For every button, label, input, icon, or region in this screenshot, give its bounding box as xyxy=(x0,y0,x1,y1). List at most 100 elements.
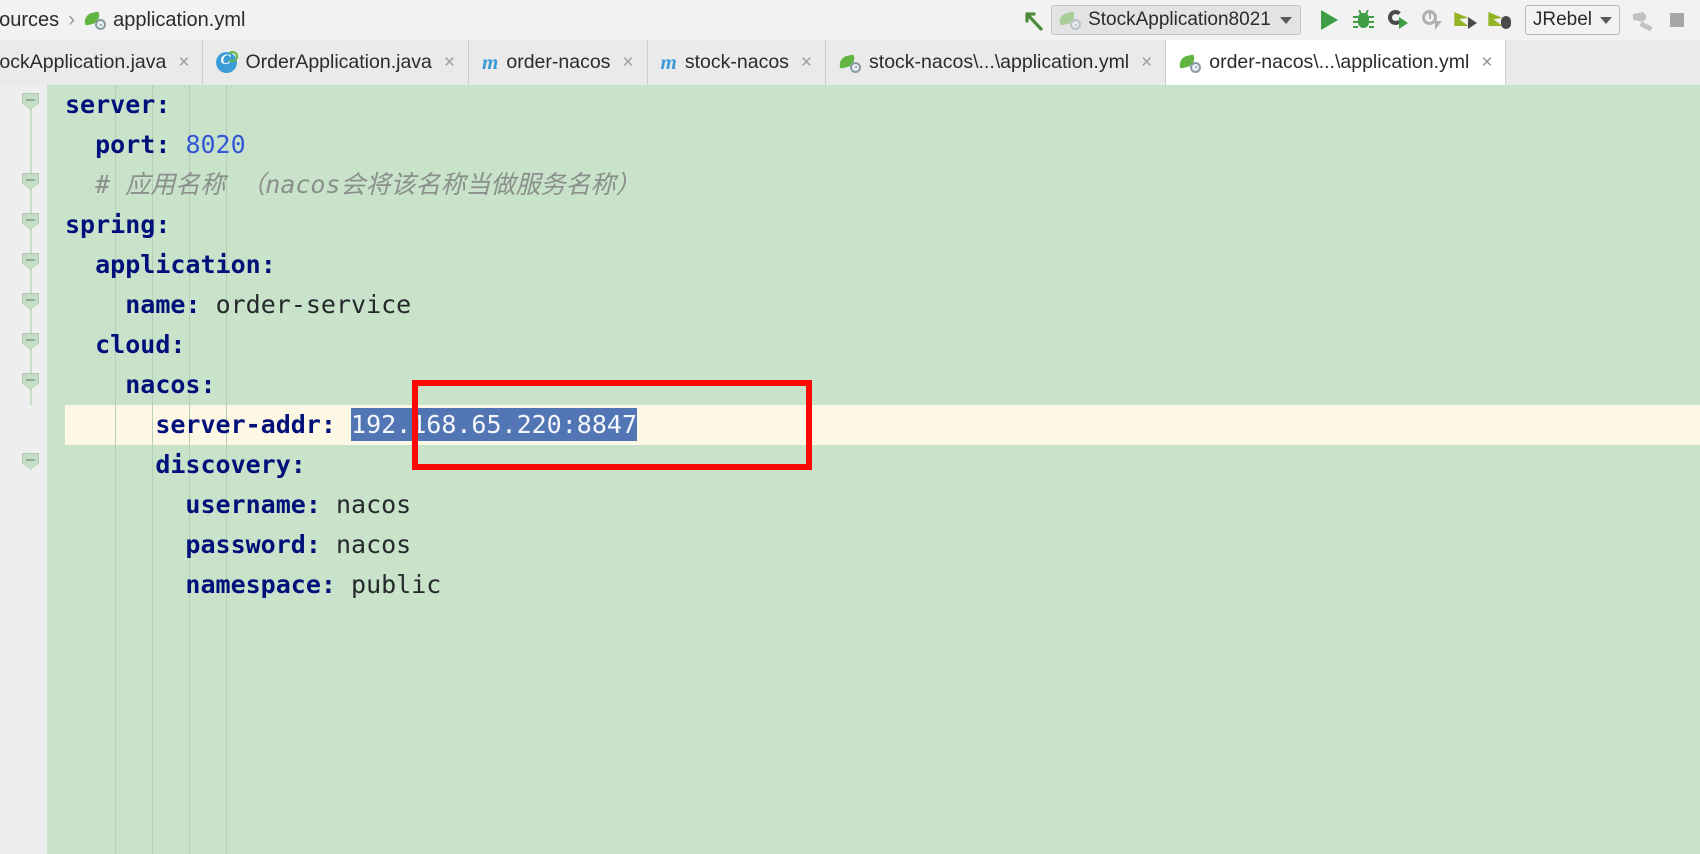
tab-order-nacos[interactable]: m order-nacos × xyxy=(469,40,648,85)
yaml-colon: : xyxy=(305,490,321,519)
code-line[interactable]: nacos: xyxy=(47,365,1700,405)
yaml-colon: : xyxy=(290,450,306,479)
run-configuration-selector[interactable]: StockApplication8021 xyxy=(1051,5,1301,35)
hammer-icon xyxy=(1632,10,1654,32)
close-icon[interactable]: × xyxy=(801,53,812,72)
breadcrumb: esources › application.yml xyxy=(0,0,245,40)
jrebel-rocket-debug-icon xyxy=(1488,10,1512,30)
fold-marker-spring[interactable] xyxy=(22,213,39,230)
yaml-colon: : xyxy=(155,130,171,159)
selected-text-server-addr-value[interactable]: 192.168.65.220:8847 xyxy=(351,408,637,441)
yaml-key: cloud xyxy=(95,330,171,359)
run-config-name: StockApplication8021 xyxy=(1088,9,1271,30)
ide-window: esources › application.yml StockApplicat… xyxy=(0,0,1700,854)
debug-button[interactable] xyxy=(1347,4,1381,36)
tab-stockapplication-java[interactable]: tockApplication.java × xyxy=(0,40,204,85)
code-line[interactable]: # 应用名称 （nacos会将该名称当做服务名称） xyxy=(47,165,1700,205)
yaml-colon: : xyxy=(320,570,336,599)
java-class-icon xyxy=(216,51,239,73)
fold-marker-nacos[interactable] xyxy=(22,373,39,390)
close-icon[interactable]: × xyxy=(622,53,633,72)
yaml-value-string: public xyxy=(351,570,442,599)
close-icon[interactable]: × xyxy=(1141,53,1152,72)
code-line[interactable]: application: xyxy=(47,245,1700,285)
yml-file-icon xyxy=(1178,53,1202,73)
jrebel-run-button[interactable] xyxy=(1449,4,1483,36)
yaml-colon: : xyxy=(200,370,216,399)
tab-order-nacos-application-yml[interactable]: order-nacos\...\application.yml × xyxy=(1166,40,1507,85)
fold-marker-discovery[interactable] xyxy=(22,453,39,470)
yml-file-icon xyxy=(838,53,862,73)
maven-module-icon: m xyxy=(660,50,677,74)
yaml-key: server-addr xyxy=(155,410,321,439)
close-icon[interactable]: × xyxy=(178,53,189,72)
maven-module-icon: m xyxy=(482,50,499,74)
close-icon[interactable]: × xyxy=(1481,53,1492,72)
editor-gutter[interactable] xyxy=(0,85,47,854)
code-line[interactable]: spring: xyxy=(47,205,1700,245)
code-line[interactable]: discovery: xyxy=(47,445,1700,485)
editor-tab-bar: tockApplication.java × OrderApplication.… xyxy=(0,40,1700,86)
yaml-key: name xyxy=(125,290,186,319)
code-line[interactable]: namespace: public xyxy=(47,565,1700,605)
code-line-server-addr[interactable]: server-addr: 192.168.65.220:8847 xyxy=(47,405,1700,445)
chevron-down-icon[interactable] xyxy=(1600,16,1612,24)
breadcrumb-resources-label: esources xyxy=(0,8,60,31)
jrebel-label: JRebel xyxy=(1532,9,1592,30)
code-editor[interactable]: server: port: 8020 # 应用名称 （nacos会将该名称当做服… xyxy=(0,85,1700,854)
jrebel-rocket-run-icon xyxy=(1454,10,1478,30)
tab-bar-filler xyxy=(1506,40,1700,85)
back-arrow-icon[interactable] xyxy=(1017,4,1051,36)
run-with-coverage-button[interactable] xyxy=(1415,4,1449,36)
fold-marker-server[interactable] xyxy=(22,93,39,110)
code-line[interactable]: port: 8020 xyxy=(47,125,1700,165)
top-row: esources › application.yml StockApplicat… xyxy=(0,0,1700,40)
yaml-key: application xyxy=(95,250,261,279)
code-line[interactable]: username: nacos xyxy=(47,485,1700,525)
code-line[interactable]: server: xyxy=(47,85,1700,125)
fold-marker-cloud[interactable] xyxy=(22,333,39,350)
code-line[interactable]: cloud: xyxy=(47,325,1700,365)
yaml-key: discovery xyxy=(155,450,291,479)
stop-square-icon xyxy=(1670,13,1684,27)
breadcrumb-item-application-yml[interactable]: application.yml xyxy=(83,8,246,32)
run-button[interactable] xyxy=(1313,4,1347,36)
build-button[interactable] xyxy=(1626,4,1660,36)
tab-label: order-nacos\...\application.yml xyxy=(1209,51,1470,73)
fold-marker-name[interactable] xyxy=(22,293,39,310)
coverage-icon xyxy=(1421,10,1442,30)
yaml-colon: : xyxy=(155,90,171,119)
fold-marker-application[interactable] xyxy=(22,253,39,270)
close-icon[interactable]: × xyxy=(444,53,455,72)
yaml-value-string: order-service xyxy=(215,290,412,319)
chevron-down-icon[interactable] xyxy=(1279,16,1292,24)
breadcrumb-item-resources[interactable]: esources xyxy=(0,9,59,32)
breadcrumb-separator: › xyxy=(68,8,76,31)
yaml-colon: : xyxy=(260,250,276,279)
code-line[interactable]: name: order-service xyxy=(47,285,1700,325)
rerun-button[interactable] xyxy=(1381,4,1415,36)
rerun-icon xyxy=(1387,10,1408,30)
tab-stock-nacos[interactable]: m stock-nacos × xyxy=(647,40,827,85)
yaml-value-string: nacos xyxy=(335,490,412,519)
breadcrumb-file-label: application.yml xyxy=(113,8,246,31)
tab-orderapplication-java[interactable]: OrderApplication.java × xyxy=(203,40,470,85)
tab-label: stock-nacos xyxy=(684,51,789,73)
tab-label: stock-nacos\...\application.yml xyxy=(869,51,1130,73)
code-line[interactable]: password: nacos xyxy=(47,525,1700,565)
jrebel-selector[interactable]: JRebel xyxy=(1524,5,1620,35)
yaml-value-number: 8020 xyxy=(185,130,246,159)
yaml-key: spring xyxy=(65,210,156,239)
yaml-colon: : xyxy=(320,410,336,439)
yaml-value-string: nacos xyxy=(335,530,412,559)
tab-label: OrderApplication.java xyxy=(245,51,432,73)
fold-marker-comment[interactable] xyxy=(22,173,39,190)
yaml-key: namespace xyxy=(185,570,321,599)
stop-button[interactable] xyxy=(1660,4,1694,36)
yaml-key: nacos xyxy=(125,370,201,399)
tab-label: tockApplication.java xyxy=(0,51,167,73)
code-content[interactable]: server: port: 8020 # 应用名称 （nacos会将该名称当做服… xyxy=(47,85,1700,854)
tab-stock-nacos-application-yml[interactable]: stock-nacos\...\application.yml × xyxy=(826,40,1167,85)
yaml-comment: # 应用名称 （nacos会将该名称当做服务名称） xyxy=(95,170,641,199)
jrebel-debug-button[interactable] xyxy=(1483,4,1517,36)
